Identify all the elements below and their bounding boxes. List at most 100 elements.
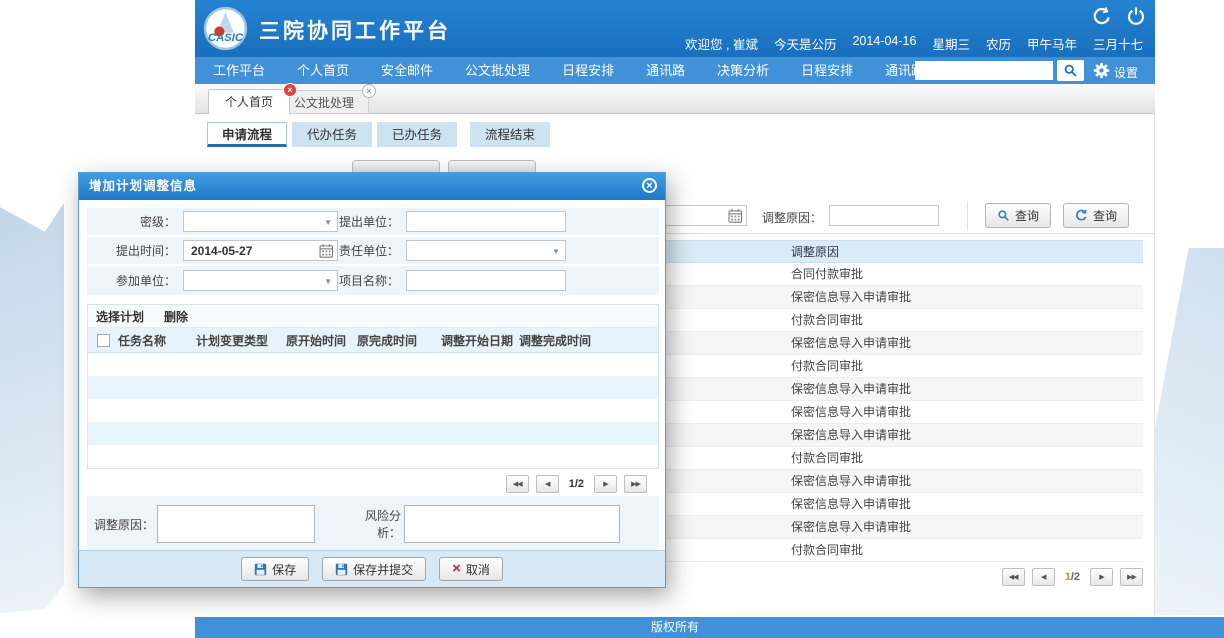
subtab-flow-finished[interactable]: 流程结束 xyxy=(470,122,550,147)
dialog-bottom-form: 调整原因： 风险分析： xyxy=(87,496,659,552)
select-plan-link[interactable]: 选择计划 xyxy=(96,308,144,325)
nav-item-schedule-2[interactable]: 日程安排 xyxy=(785,57,869,84)
adjust-reason-textarea[interactable] xyxy=(157,505,315,543)
nav-item-schedule[interactable]: 日程安排 xyxy=(546,57,630,84)
search-icon xyxy=(997,209,1010,222)
column-change-type: 计划变更类型 xyxy=(196,332,286,349)
next-page-button[interactable]: ▶ xyxy=(1090,568,1113,586)
left-decoration xyxy=(0,203,64,613)
save-and-submit-button[interactable]: 保存并提交 xyxy=(322,557,426,581)
nav-item-decision-analysis[interactable]: 决策分析 xyxy=(701,57,785,84)
nav-item-personal-home[interactable]: 个人首页 xyxy=(281,57,365,84)
tab-close-icon[interactable]: × xyxy=(362,84,376,98)
subtab-pending-tasks[interactable]: 代办任务 xyxy=(292,122,372,147)
nav-item-document-processing[interactable]: 公文批处理 xyxy=(449,57,546,84)
subtab-done-tasks[interactable]: 已办任务 xyxy=(377,122,457,147)
user-info-bar: 欢迎您 , 崔斌 今天是公历 2014-04-16 星期三 农历 甲午马年 三月… xyxy=(685,34,1143,53)
responsible-unit-label: 责任单位： xyxy=(338,242,406,259)
propose-time-field[interactable]: 2014-05-27 xyxy=(183,240,338,261)
subtab-apply-flow[interactable]: 申请流程 xyxy=(207,122,287,147)
date-prefix: 今天是公历 xyxy=(774,34,837,53)
tab-label: 个人首页 xyxy=(225,95,273,109)
reset-query-button[interactable]: 查询 xyxy=(1063,203,1129,228)
button-label: 查询 xyxy=(1093,207,1117,224)
calendar-icon[interactable] xyxy=(319,243,334,264)
search-icon xyxy=(1063,63,1078,78)
participate-unit-select[interactable]: ▼ xyxy=(183,270,338,291)
tab-label: 公文批处理 xyxy=(294,96,354,110)
first-page-button[interactable]: ◀◀ xyxy=(506,475,529,493)
button-label: 保存并提交 xyxy=(353,561,413,578)
screen: CASIC 三院协同工作平台 欢迎您 , 崔斌 今天是公历 2014-04 xyxy=(0,0,1224,638)
weekday: 星期三 xyxy=(932,34,970,53)
filter-reason-input[interactable] xyxy=(830,206,938,225)
column-orig-start: 原开始时间 xyxy=(286,332,357,349)
risk-analysis-textarea[interactable] xyxy=(404,505,620,543)
nav-item-work-platform[interactable]: 工作平台 xyxy=(197,57,281,84)
first-page-button[interactable]: ◀◀ xyxy=(1002,568,1025,586)
column-task-name: 任务名称 xyxy=(118,332,196,349)
prev-page-button[interactable]: ◀ xyxy=(1032,568,1055,586)
welcome-text: 欢迎您 , 崔斌 xyxy=(685,34,758,53)
tab-personal-home[interactable]: 个人首页 × xyxy=(208,89,290,114)
filter-reason-field xyxy=(829,205,939,226)
search-query-button[interactable]: 查询 xyxy=(985,203,1051,228)
button-label: 保存 xyxy=(272,561,296,578)
button-label: 查询 xyxy=(1015,207,1039,224)
last-page-button[interactable]: ▶▶ xyxy=(624,475,647,493)
project-name-input[interactable] xyxy=(407,271,565,290)
main-nav: 工作平台 个人首页 安全邮件 公文批处理 日程安排 通讯路 决策分析 日程安排 … xyxy=(195,57,1155,84)
nav-item-contacts[interactable]: 通讯路 xyxy=(630,57,701,84)
copyright-text: 版权所有 xyxy=(195,617,1155,638)
button-label: 取消 xyxy=(466,561,490,578)
delete-link[interactable]: 删除 xyxy=(164,308,188,325)
propose-unit-input[interactable] xyxy=(407,212,565,231)
divider xyxy=(967,201,968,231)
form-row: 密级： ▼ 提出单位： xyxy=(87,208,659,237)
settings-label[interactable]: 设置 xyxy=(1114,64,1138,81)
refresh-icon[interactable] xyxy=(1092,6,1112,31)
column-adjust-start: 调整开始日期 xyxy=(441,332,519,349)
footer: 版权所有 xyxy=(195,617,1224,638)
nav-item-secure-mail[interactable]: 安全邮件 xyxy=(365,57,449,84)
power-icon[interactable] xyxy=(1126,6,1146,31)
cancel-button[interactable]: × 取消 xyxy=(439,557,503,581)
next-page-button[interactable]: ▶ xyxy=(594,475,617,493)
select-all-checkbox[interactable] xyxy=(97,334,110,347)
secrecy-select[interactable]: ▼ xyxy=(183,211,338,232)
adjust-reason-label: 调整原因： xyxy=(87,516,154,533)
lunar-day: 三月十七 xyxy=(1093,34,1143,53)
risk-analysis-label: 风险分析： xyxy=(355,507,401,541)
page-indicator: 1/2 xyxy=(569,478,584,490)
save-button[interactable]: 保存 xyxy=(241,557,309,581)
responsible-unit-select[interactable]: ▼ xyxy=(406,240,566,261)
add-plan-adjustment-dialog: 增加计划调整信息 × 密级： ▼ 提出单位： 提出时间： 2014-05-27 xyxy=(78,172,666,588)
dialog-form: 密级： ▼ 提出单位： 提出时间： 2014-05-27 xyxy=(87,208,659,295)
page-indicator: 1/2 xyxy=(1065,571,1080,583)
search-button[interactable] xyxy=(1057,60,1084,81)
search-input[interactable] xyxy=(915,61,1053,80)
plan-table-header: 任务名称 计划变更类型 原开始时间 原完成时间 调整开始日期 调整完成时间 xyxy=(88,328,658,353)
plan-toolbar: 选择计划 删除 xyxy=(88,305,658,328)
close-icon[interactable]: × xyxy=(642,178,657,193)
project-name-field xyxy=(406,270,566,291)
propose-unit-field xyxy=(406,211,566,232)
prev-page-button[interactable]: ◀ xyxy=(536,475,559,493)
gear-icon[interactable] xyxy=(1093,62,1110,84)
save-icon xyxy=(254,563,267,576)
plan-table-panel: 选择计划 删除 任务名称 计划变更类型 原开始时间 原完成时间 调整开始日期 调… xyxy=(87,304,659,469)
date-value: 2014-04-16 xyxy=(852,34,916,53)
lunar-label: 农历 xyxy=(986,34,1011,53)
total-pages: /2 xyxy=(1071,571,1080,583)
logo-text: CASIC xyxy=(208,32,244,44)
calendar-icon[interactable] xyxy=(728,208,743,229)
flow-subtabs: 申请流程 代办任务 已办任务 流程结束 xyxy=(207,122,550,147)
empty-row xyxy=(88,353,658,376)
chevron-down-icon: ▼ xyxy=(552,247,560,256)
plan-pager: ◀◀ ◀ 1/2 ▶ ▶▶ xyxy=(87,475,659,493)
cancel-x-icon: × xyxy=(452,563,461,575)
propose-unit-label: 提出单位： xyxy=(338,213,406,230)
casic-logo: CASIC xyxy=(203,6,248,51)
tab-close-icon[interactable]: × xyxy=(283,83,297,97)
last-page-button[interactable]: ▶▶ xyxy=(1120,568,1143,586)
